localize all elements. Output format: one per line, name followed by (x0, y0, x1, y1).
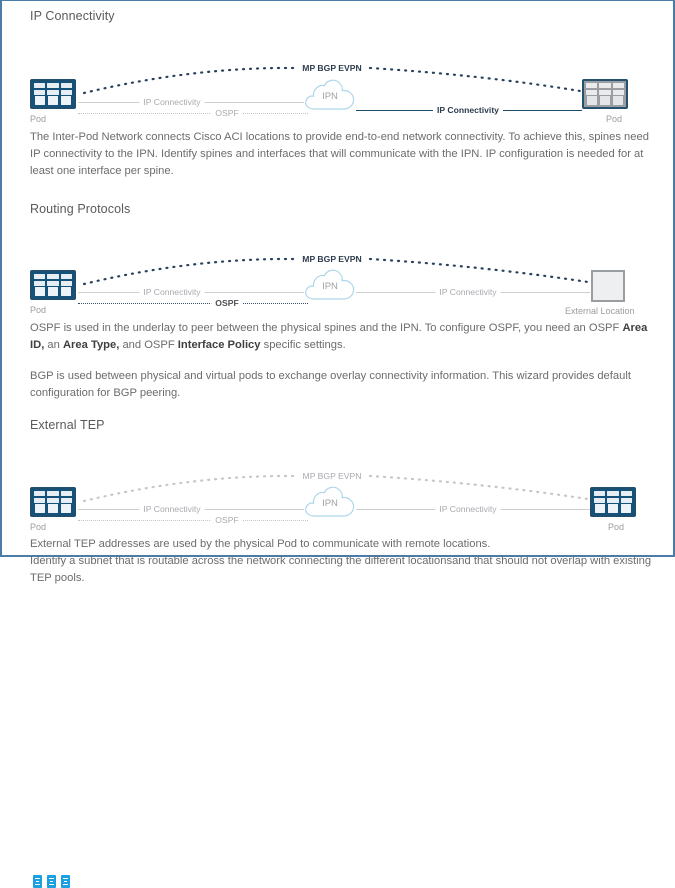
evpn-label: MP BGP EVPN (298, 63, 366, 73)
paragraph-ospf: OSPF is used in the underlay to peer bet… (30, 322, 648, 351)
section-title-ip-connectivity: IP Connectivity (30, 9, 115, 23)
paragraph-ip-connectivity: The Inter-Pod Network connects Cisco ACI… (30, 131, 649, 177)
evpn-dotted-path (82, 257, 590, 286)
section-external-tep: External TEP Pod Pod IPN IP Connectivity… (2, 402, 673, 888)
virtual-machine-icons (33, 875, 70, 888)
diagram-ip-connectivity: Pod Pod IPN IP Connectivity OSPF IP Conn… (2, 23, 673, 125)
evpn-label: MP BGP EVPN (298, 254, 366, 264)
section-ip-connectivity: IP Connectivity Pod Pod IPN IP Connectiv… (2, 1, 673, 180)
paragraph-external-tep-1: External TEP addresses are used by the p… (30, 538, 491, 550)
diagram-routing-protocols: Pod External Location IPN IP Connectivit… (2, 216, 673, 320)
vm-icon (61, 875, 70, 888)
section-routing-protocols: Routing Protocols Pod External Location … (2, 180, 673, 402)
evpn-dotted-path (82, 474, 590, 503)
section-title-routing-protocols: Routing Protocols (30, 202, 131, 216)
ipn-wizard-panel: IP Connectivity Pod Pod IPN IP Connectiv… (0, 0, 675, 888)
paragraph-bgp: BGP is used between physical and virtual… (30, 370, 631, 399)
evpn-dotted-path (82, 66, 582, 95)
paragraph-external-tep-2: Identify a subnet that is routable acros… (30, 555, 652, 584)
vm-icon (33, 875, 42, 888)
diagram-external-tep: Pod Pod IPN IP Connectivity OSPF IP Conn… (2, 432, 673, 888)
vm-icon (47, 875, 56, 888)
section-title-external-tep: External TEP (30, 418, 105, 432)
evpn-label: MP BGP EVPN (298, 471, 366, 481)
